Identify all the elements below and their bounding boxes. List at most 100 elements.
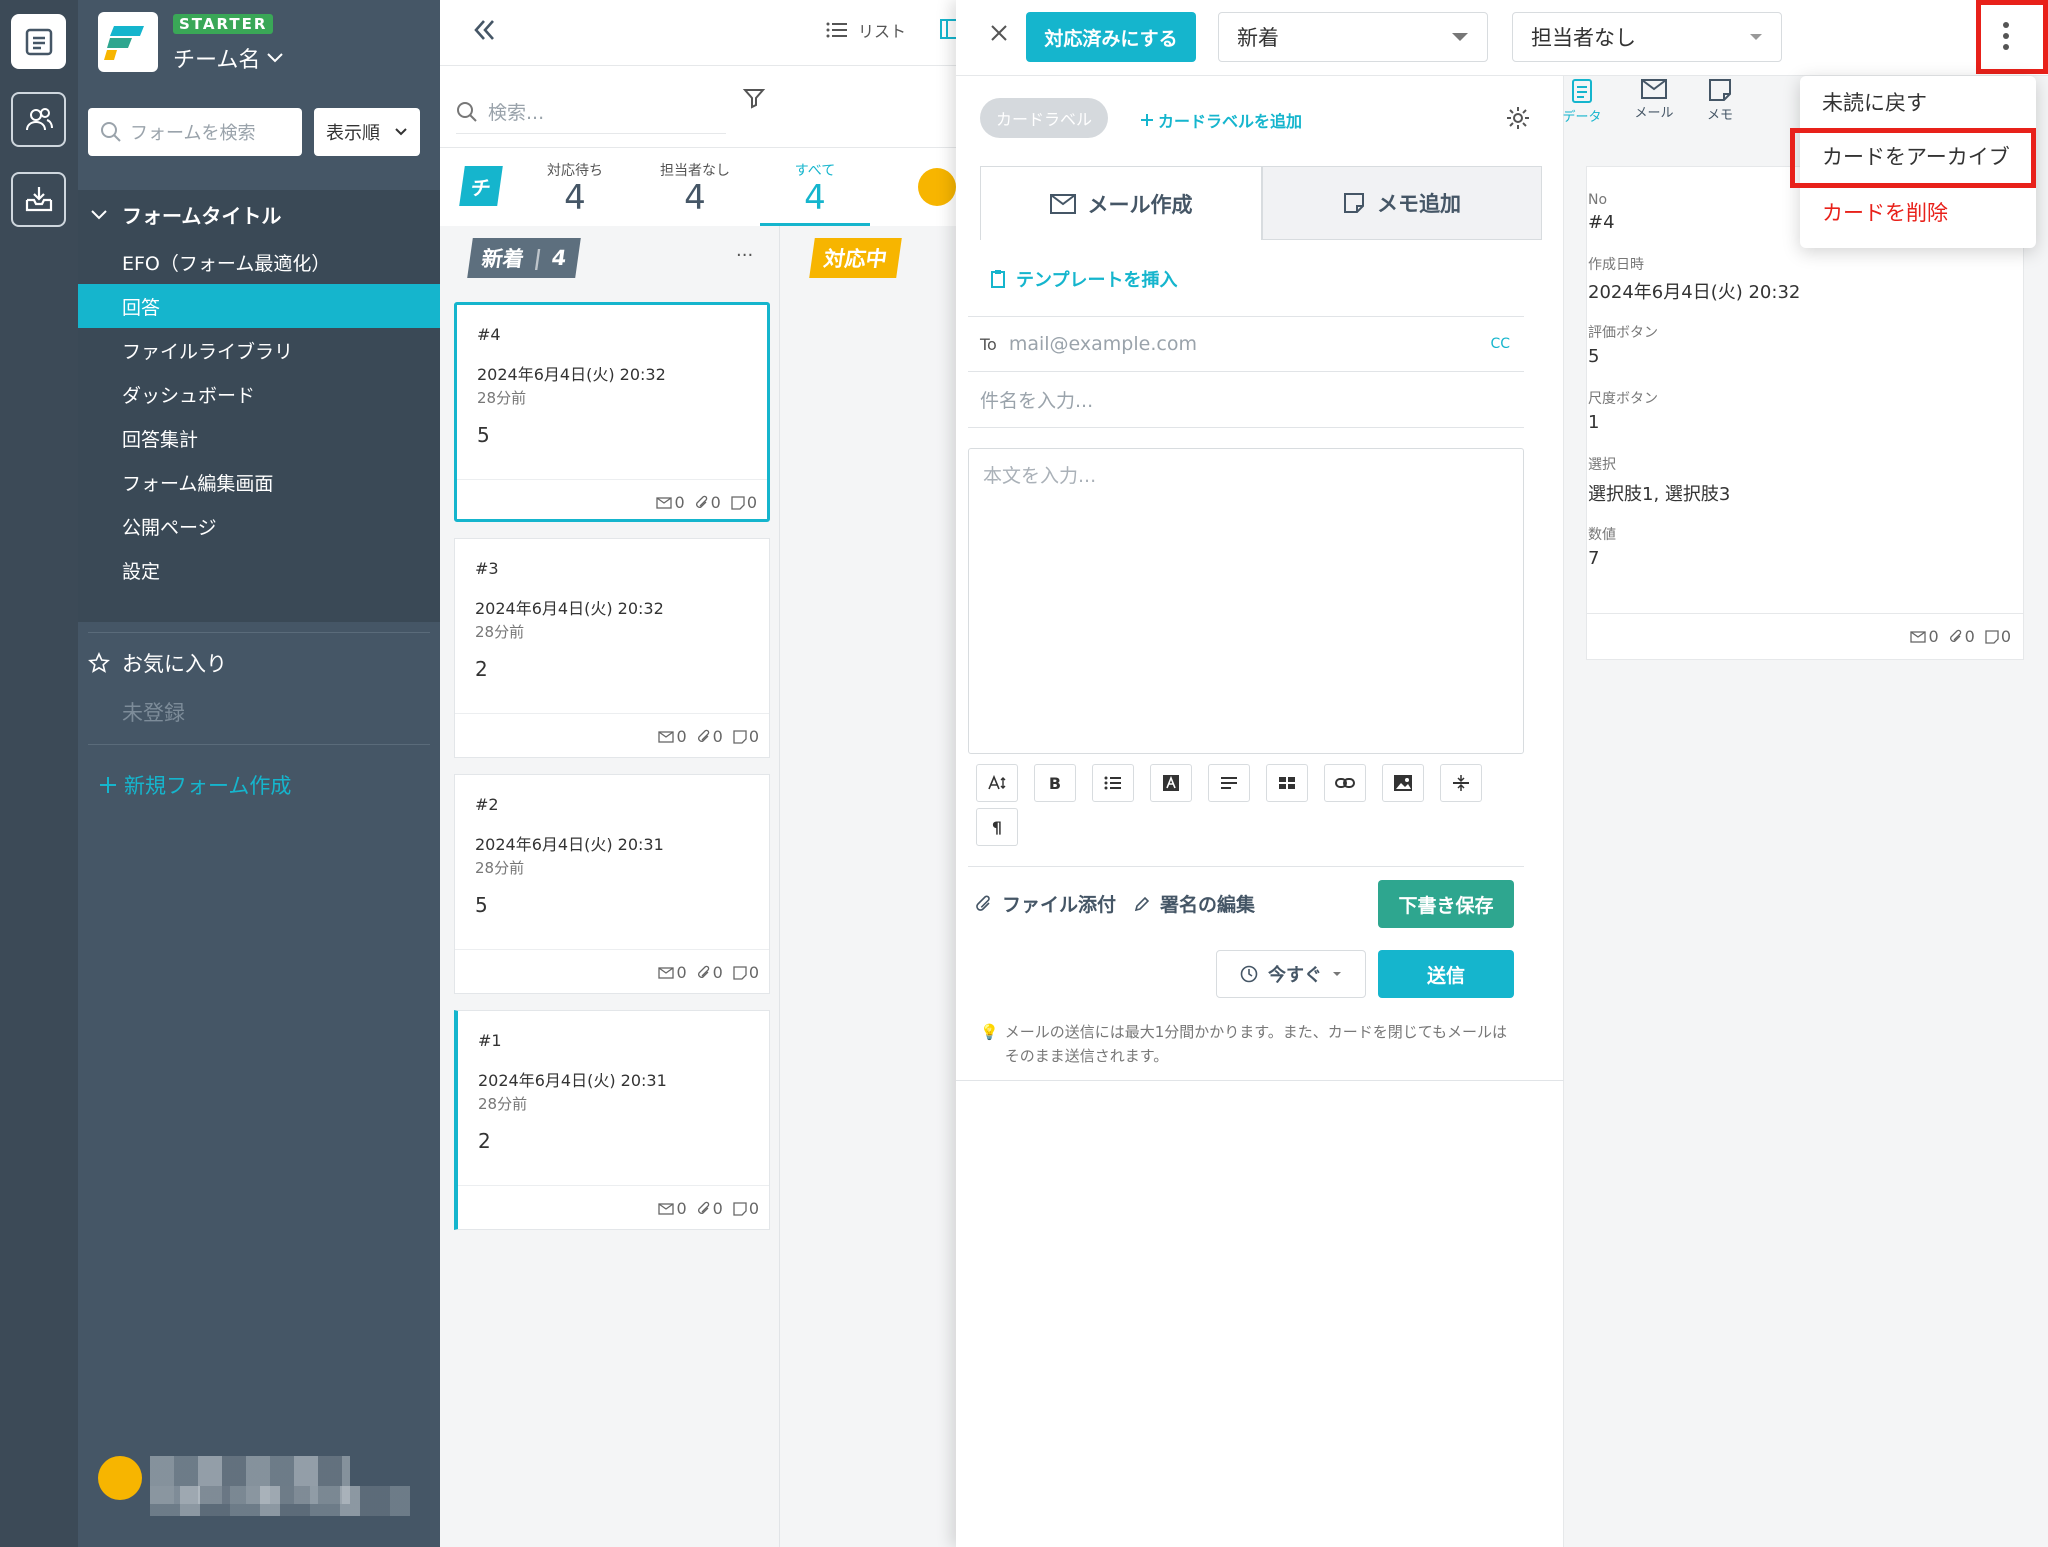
align-tool[interactable] [1208,764,1250,802]
assignee-select[interactable]: 担当者なし [1512,12,1782,62]
favorites-header[interactable]: お気に入り [88,648,227,678]
table-tool[interactable] [1266,764,1308,802]
sidebar-item-efo[interactable]: EFO（フォーム最適化） [78,240,440,284]
side-tab-mail[interactable]: メール [1624,78,1684,121]
response-card[interactable]: #4 2024年6月4日(火) 20:32 28分前 5 0 0 0 [454,302,770,522]
sort-order-select[interactable]: 表示順 [314,108,420,156]
count: 0 [712,963,723,982]
side-tab-data[interactable]: データ [1552,78,1612,125]
tab-mail-compose[interactable]: メール作成 [980,166,1262,240]
sidebar-item-label: 回答集計 [122,428,199,451]
link-tool[interactable] [1324,764,1366,802]
mail-icon [658,1202,675,1215]
bullet-list-tool[interactable] [1092,764,1134,802]
response-card[interactable]: #1 2024年6月4日(火) 20:31 28分前 2 0 0 0 [454,1010,770,1230]
mark-done-button[interactable]: 対応済みにする [1026,12,1196,62]
filter-icon[interactable] [742,86,766,110]
tab-all[interactable]: すべて 4 [765,160,865,216]
caret-down-icon [1452,33,1468,41]
send-notice: 💡 メールの送信には最大1分間かかります。また、カードを閉じてもメールはそのまま… [980,1020,1510,1068]
app-logo[interactable] [98,12,158,72]
field-label: No [1588,192,1608,208]
count: 0 [676,963,687,982]
paperclip-icon [697,729,709,742]
sidebar-item-dashboard[interactable]: ダッシュボード [78,372,440,416]
new-form-button[interactable]: 新規フォーム作成 [98,770,291,800]
inbox-download-icon[interactable] [11,172,66,227]
collapse-sidebar-icon[interactable] [470,16,498,44]
send-notice-text: メールの送信には最大1分間かかります。また、カードを閉じてもメールはそのまま送信… [1004,1023,1507,1065]
active-tab-indicator [760,223,870,226]
user-avatar[interactable] [98,1456,142,1500]
icon-rail [0,0,78,1547]
count: 0 [676,727,687,746]
mail-count: 0 [1910,627,1939,646]
column-separator: | [532,246,544,270]
view-list-toggle[interactable]: リスト [826,18,906,42]
column-label: 新着 [480,247,526,271]
list-search-input[interactable]: 検索... [456,90,726,134]
clock-icon [1240,965,1258,983]
menu-item-delete-card[interactable]: カードを削除 [1800,186,2036,238]
font-size-tool[interactable] [976,764,1018,802]
paragraph-tool[interactable]: ¶ [976,808,1018,846]
sidebar-item-public-page[interactable]: 公開ページ [78,504,440,548]
count: 0 [748,727,759,746]
column-more-button[interactable]: ... [736,240,753,261]
card-value: 5 [477,423,490,447]
menu-item-mark-unread[interactable]: 未読に戻す [1800,76,2036,128]
mail-count: 0 [658,963,687,982]
team-chip[interactable]: チ [459,166,503,206]
sidebar-item-summary[interactable]: 回答集計 [78,416,440,460]
subject-input[interactable]: 件名を入力... [968,372,1524,428]
side-tab-memo[interactable]: メモ [1690,78,1750,123]
tab-awaiting[interactable]: 対応待ち 4 [525,160,625,216]
to-label: To [980,334,997,354]
close-icon[interactable] [988,22,1010,44]
pencil-icon [1134,896,1150,911]
kanban-column-wip [780,0,956,1547]
form-search-input[interactable]: フォームを検索 [88,108,302,156]
text-color-tool[interactable] [1150,764,1192,802]
bold-tool[interactable]: B [1034,764,1076,802]
response-card[interactable]: #2 2024年6月4日(火) 20:31 28分前 5 0 0 0 [454,774,770,994]
body-textarea[interactable]: 本文を入力... [968,448,1524,754]
sidebar-item-file-library[interactable]: ファイルライブラリ [78,328,440,372]
forms-icon[interactable] [11,14,66,69]
send-button[interactable]: 送信 [1378,950,1514,998]
star-icon [88,652,110,673]
response-card[interactable]: #3 2024年6月4日(火) 20:32 28分前 2 0 0 0 [454,538,770,758]
memo-icon [1985,629,1999,644]
tab-label: メール作成 [1087,192,1193,217]
field-label: 評価ボタン [1588,325,1658,341]
sidebar-item-responses[interactable]: 回答 [78,284,440,328]
sidebar-item-settings[interactable]: 設定 [78,548,440,592]
tab-unassigned[interactable]: 担当者なし 4 [645,160,745,216]
save-draft-button[interactable]: 下書き保存 [1378,880,1514,928]
edit-signature-button[interactable]: 署名の編集 [1134,890,1255,917]
form-title-toggle[interactable]: フォームタイトル [90,200,281,229]
image-tool[interactable] [1382,764,1424,802]
gear-icon[interactable] [1504,104,1532,132]
memo-count: 0 [1985,627,2011,646]
insert-template-button[interactable]: テンプレートを挿入 [990,266,1177,292]
sidebar-item-label: フォーム編集画面 [122,472,274,495]
member-avatar[interactable] [918,168,956,206]
count: 0 [712,1199,723,1218]
attach-file-button[interactable]: ファイル添付 [976,890,1116,917]
cc-toggle[interactable]: CC [1490,336,1510,352]
sidebar-item-label: EFO（フォーム最適化） [122,252,331,275]
tab-add-memo[interactable]: メモ追加 [1262,166,1542,240]
sidebar-item-form-editor[interactable]: フォーム編集画面 [78,460,440,504]
add-card-label-button[interactable]: カードラベルを追加 [1140,108,1302,132]
team-switcher[interactable]: チーム名 [173,42,284,74]
field-label: 数値 [1588,527,1616,543]
column-header-new: 新着 | 4 [467,238,582,278]
document-icon [1572,79,1592,103]
card-label-chip: カードラベル [980,98,1109,138]
horizontal-rule-tool[interactable] [1440,764,1482,802]
status-select[interactable]: 新着 [1218,12,1488,62]
schedule-select[interactable]: 今すぐ [1216,950,1366,998]
users-icon[interactable] [11,92,66,147]
to-field[interactable]: To mail@example.com CC [968,316,1524,372]
